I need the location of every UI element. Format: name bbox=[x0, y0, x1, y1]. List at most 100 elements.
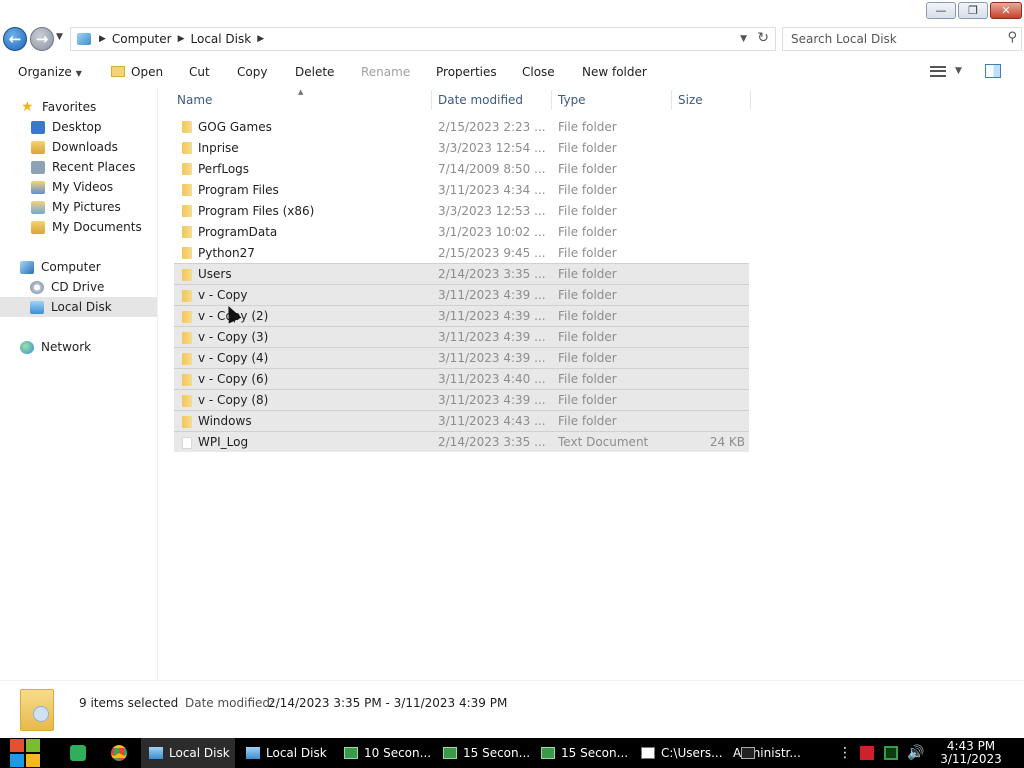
file-row[interactable]: Users 2/14/2023 3:35 ... File folder bbox=[174, 263, 749, 284]
file-row[interactable]: Windows 3/11/2023 4:43 ... File folder bbox=[174, 410, 749, 431]
file-date-modified: 3/11/2023 4:43 ... bbox=[438, 414, 546, 428]
search-input[interactable] bbox=[783, 28, 993, 50]
file-row[interactable]: v - Copy (8) 3/11/2023 4:39 ... File folde… bbox=[174, 389, 749, 410]
breadcrumb-chevron-icon[interactable]: ▶ bbox=[257, 34, 264, 44]
file-name[interactable]: Inprise bbox=[198, 141, 239, 155]
sidebar-item-label: Favorites bbox=[42, 100, 97, 114]
back-button[interactable]: ← bbox=[3, 27, 27, 51]
more-options-icon[interactable]: ⋮ bbox=[838, 746, 852, 760]
sidebar-item-local-disk[interactable]: Local Disk bbox=[0, 297, 157, 317]
file-row[interactable]: Program Files (x86) 3/3/2023 12:53 ... Fil… bbox=[174, 200, 749, 221]
file-name[interactable]: Windows bbox=[198, 414, 252, 428]
volume-icon[interactable]: 🔊 bbox=[907, 746, 924, 760]
address-bar[interactable]: ▶ Computer ▶ Local Disk ▶ ▼ ↻ bbox=[70, 27, 776, 51]
file-name[interactable]: v - Copy bbox=[198, 288, 248, 302]
taskbar-button[interactable]: 15 Secon... bbox=[533, 738, 627, 768]
column-header-name[interactable]: Name bbox=[177, 88, 212, 112]
file-type: File folder bbox=[558, 393, 617, 407]
file-name[interactable]: v - Copy (6) bbox=[198, 372, 268, 386]
copy-button[interactable]: Copy bbox=[237, 65, 267, 79]
column-divider[interactable] bbox=[750, 90, 751, 110]
breadcrumb-chevron-icon[interactable]: ▶ bbox=[178, 34, 185, 44]
file-name[interactable]: GOG Games bbox=[198, 120, 272, 134]
forward-button[interactable]: → bbox=[30, 27, 54, 51]
file-row[interactable]: Inprise 3/3/2023 12:54 ... File folder bbox=[174, 137, 749, 158]
minimize-button[interactable]: — bbox=[926, 2, 956, 19]
system-clock[interactable]: 4:43 PM 3/11/2023 bbox=[936, 740, 1006, 766]
file-row[interactable]: v - Copy (4) 3/11/2023 4:39 ... File folde… bbox=[174, 347, 749, 368]
close-button[interactable]: Close bbox=[522, 65, 555, 79]
sidebar-item-my-documents[interactable]: My Documents bbox=[0, 217, 157, 237]
taskbar-button[interactable]: Local Disk bbox=[238, 738, 332, 768]
organize-button[interactable]: Organize ▼ bbox=[18, 65, 82, 79]
breadcrumb-computer[interactable]: Computer bbox=[112, 32, 172, 46]
rename-button[interactable]: Rename bbox=[361, 65, 410, 79]
sidebar-item-my-videos[interactable]: My Videos bbox=[0, 177, 157, 197]
local-disk-icon bbox=[30, 300, 44, 314]
column-divider[interactable] bbox=[671, 90, 672, 110]
column-divider[interactable] bbox=[431, 90, 432, 110]
sidebar-item-desktop[interactable]: Desktop bbox=[0, 117, 157, 137]
cut-button[interactable]: Cut bbox=[189, 65, 210, 79]
file-row[interactable]: v - Copy (3) 3/11/2023 4:39 ... File folde… bbox=[174, 326, 749, 347]
file-name[interactable]: v - Copy (8) bbox=[198, 393, 268, 407]
file-row[interactable]: v - Copy (6) 3/11/2023 4:40 ... File folde… bbox=[174, 368, 749, 389]
address-history-dropdown[interactable]: ▼ bbox=[740, 34, 747, 44]
taskbar-button[interactable]: 15 Secon... bbox=[435, 738, 529, 768]
taskbar-button[interactable]: Local Disk bbox=[141, 738, 235, 768]
file-name[interactable]: Python27 bbox=[198, 246, 255, 260]
column-header-date[interactable]: Date modified bbox=[438, 88, 523, 112]
file-name[interactable]: PerfLogs bbox=[198, 162, 249, 176]
file-name[interactable]: Users bbox=[198, 267, 232, 281]
taskbar-button[interactable]: C:\Users... bbox=[633, 738, 729, 768]
refresh-icon[interactable]: ↻ bbox=[757, 30, 769, 46]
file-name[interactable]: ProgramData bbox=[198, 225, 277, 239]
breadcrumb-local-disk[interactable]: Local Disk bbox=[191, 32, 252, 46]
view-options-dropdown[interactable]: ▼ bbox=[955, 66, 962, 76]
taskbar-button[interactable]: 10 Secon... bbox=[336, 738, 430, 768]
file-name[interactable]: Program Files (x86) bbox=[198, 204, 314, 218]
file-name[interactable]: v - Copy (3) bbox=[198, 330, 268, 344]
star-icon: ★ bbox=[21, 98, 34, 115]
file-name[interactable]: WPI_Log bbox=[198, 435, 248, 449]
recent-locations-dropdown[interactable]: ▼ bbox=[56, 32, 63, 42]
sidebar-item-downloads[interactable]: Downloads bbox=[0, 137, 157, 157]
network-status-icon[interactable] bbox=[884, 746, 898, 760]
file-row[interactable]: GOG Games 2/15/2023 2:23 ... File folder bbox=[174, 116, 749, 137]
properties-button[interactable]: Properties bbox=[436, 65, 497, 79]
file-row[interactable]: ProgramData 3/1/2023 10:02 ... File folder bbox=[174, 221, 749, 242]
sidebar-item-favorites[interactable]: ★ Favorites bbox=[0, 97, 157, 117]
sidebar-item-cd-drive[interactable]: CD Drive bbox=[0, 277, 157, 297]
new-folder-button[interactable]: New folder bbox=[582, 65, 647, 79]
file-row[interactable]: Program Files 3/11/2023 4:34 ... File fold… bbox=[174, 179, 749, 200]
file-row[interactable]: v - Copy (2) 3/11/2023 4:39 ... File folde… bbox=[174, 305, 749, 326]
details-view-icon[interactable] bbox=[930, 66, 946, 77]
sidebar-item-network[interactable]: Network bbox=[0, 337, 157, 357]
delete-button[interactable]: Delete bbox=[295, 65, 334, 79]
maximize-button[interactable]: ❐ bbox=[958, 2, 988, 19]
taskbar-button[interactable]: Administr... bbox=[733, 738, 831, 768]
breadcrumb-chevron-icon[interactable]: ▶ bbox=[99, 34, 106, 44]
sidebar-item-computer[interactable]: Computer bbox=[0, 257, 157, 277]
preview-pane-icon[interactable] bbox=[985, 64, 1001, 78]
chrome-icon[interactable] bbox=[111, 745, 127, 761]
file-row[interactable]: v - Copy 3/11/2023 4:39 ... File folder bbox=[174, 284, 749, 305]
file-name[interactable]: v - Copy (4) bbox=[198, 351, 268, 365]
sidebar-item-recent-places[interactable]: Recent Places bbox=[0, 157, 157, 177]
file-row[interactable]: PerfLogs 7/14/2009 8:50 ... File folder bbox=[174, 158, 749, 179]
start-button[interactable] bbox=[10, 739, 42, 767]
folder-icon bbox=[182, 311, 192, 323]
file-name[interactable]: Program Files bbox=[198, 183, 279, 197]
action-center-flag-icon[interactable] bbox=[860, 746, 874, 760]
column-header-type[interactable]: Type bbox=[558, 88, 586, 112]
notepad-app-icon[interactable] bbox=[70, 745, 86, 761]
sidebar-item-my-pictures[interactable]: My Pictures bbox=[0, 197, 157, 217]
file-row[interactable]: Python27 2/15/2023 9:45 ... File folder bbox=[174, 242, 749, 263]
file-row[interactable]: WPI_Log 2/14/2023 3:35 ... Text Document 24… bbox=[174, 431, 749, 452]
close-window-button[interactable]: ✕ bbox=[990, 2, 1022, 19]
column-divider[interactable] bbox=[551, 90, 552, 110]
column-header-size[interactable]: Size bbox=[678, 88, 703, 112]
open-button[interactable]: Open bbox=[111, 65, 163, 79]
search-box[interactable]: ⚲ bbox=[782, 27, 1022, 51]
search-icon[interactable]: ⚲ bbox=[1007, 30, 1017, 45]
